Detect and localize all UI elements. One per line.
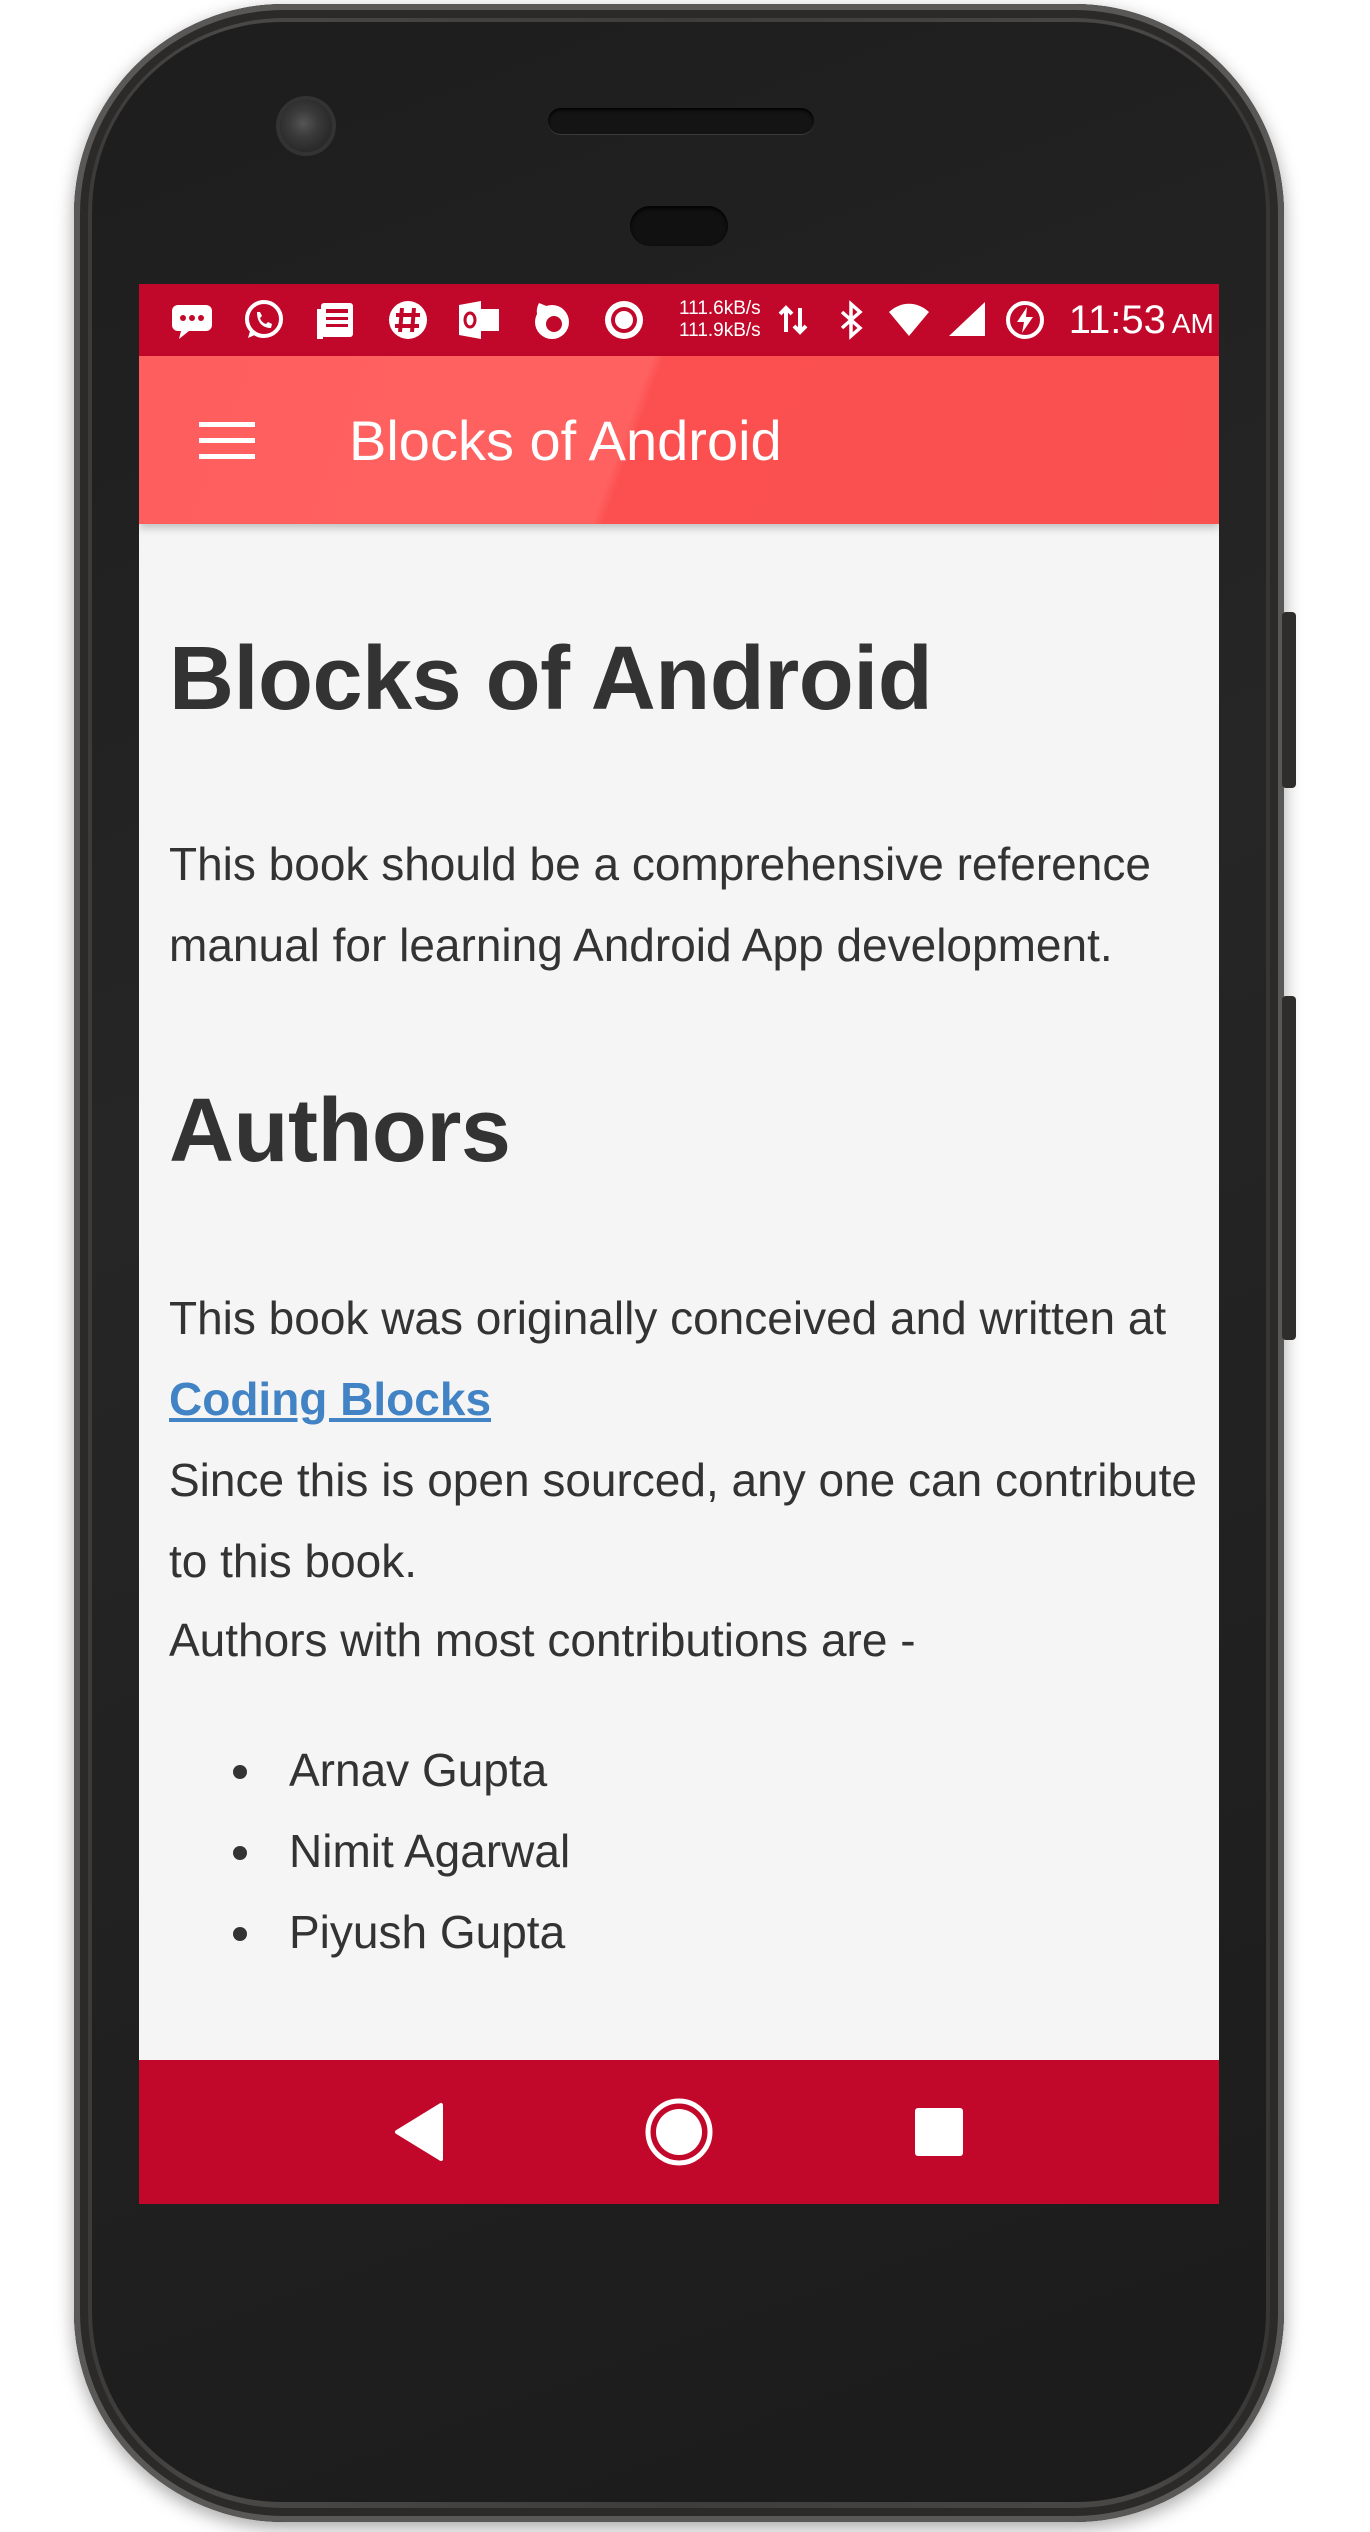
whatsapp-icon bbox=[239, 295, 289, 345]
earpiece-speaker bbox=[548, 108, 814, 134]
wifi-icon bbox=[887, 298, 931, 342]
bluetooth-icon bbox=[829, 298, 873, 342]
list-item: Piyush Gupta bbox=[169, 1892, 570, 1973]
message-icon bbox=[167, 295, 217, 345]
volume-button bbox=[1282, 996, 1296, 1340]
hamburger-menu-icon bbox=[199, 422, 255, 459]
open-source-text: Since this is open sourced, any one can … bbox=[169, 1454, 1197, 1587]
data-transfer-icon bbox=[771, 298, 815, 342]
page-heading: Blocks of Android bbox=[169, 629, 933, 729]
bullet-icon bbox=[233, 1846, 247, 1860]
page: 111.6kB/s 111.9kB/s 11:53 AM Blocks of A… bbox=[0, 0, 1370, 2532]
status-bar: 111.6kB/s 111.9kB/s 11:53 AM bbox=[139, 284, 1219, 356]
written-paragraph: This book was originally conceived and w… bbox=[169, 1278, 1199, 1602]
firefox-icon bbox=[527, 295, 577, 345]
home-button[interactable] bbox=[624, 2077, 734, 2187]
written-prefix: This book was originally conceived and w… bbox=[169, 1292, 1167, 1344]
clock-ampm: AM bbox=[1171, 307, 1214, 339]
proximity-sensor bbox=[630, 206, 728, 246]
battery-charging-icon bbox=[1003, 298, 1047, 342]
news-icon bbox=[311, 295, 361, 345]
author-name: Nimit Agarwal bbox=[289, 1825, 571, 1877]
clock: 11:53 AM bbox=[1069, 298, 1214, 343]
power-button bbox=[1282, 612, 1296, 788]
author-list: Arnav Gupta Nimit Agarwal Piyush Gupta bbox=[169, 1730, 570, 1973]
list-item: Nimit Agarwal bbox=[169, 1811, 570, 1892]
recents-square-icon bbox=[915, 2108, 963, 2156]
app-title: Blocks of Android bbox=[349, 408, 782, 472]
intro-paragraph: This book should be a comprehensive refe… bbox=[169, 838, 1151, 971]
list-item: Arnav Gupta bbox=[169, 1730, 570, 1811]
navigation-bar bbox=[139, 2060, 1219, 2204]
home-circle-icon bbox=[645, 2098, 713, 2166]
front-camera bbox=[280, 100, 332, 152]
menu-button[interactable] bbox=[167, 380, 287, 500]
net-speed-down: 111.9kB/s bbox=[679, 320, 761, 341]
bullet-icon bbox=[233, 1927, 247, 1941]
network-speed: 111.6kB/s 111.9kB/s bbox=[679, 298, 761, 342]
app-bar: Blocks of Android bbox=[139, 356, 1219, 524]
authors-heading: Authors bbox=[169, 1081, 511, 1181]
back-triangle-icon bbox=[395, 2103, 443, 2161]
author-name: Arnav Gupta bbox=[289, 1744, 548, 1796]
phone-screen: 111.6kB/s 111.9kB/s 11:53 AM Blocks of A… bbox=[139, 284, 1219, 2204]
outlook-icon bbox=[455, 295, 505, 345]
recents-button[interactable] bbox=[884, 2077, 994, 2187]
coding-blocks-link[interactable]: Coding Blocks bbox=[169, 1373, 491, 1425]
book-content[interactable]: Blocks of Android This book should be a … bbox=[139, 524, 1219, 2060]
notification-icons: 111.6kB/s 111.9kB/s bbox=[139, 295, 761, 345]
cell-signal-icon bbox=[945, 298, 989, 342]
record-icon bbox=[599, 295, 649, 345]
clock-time: 11:53 bbox=[1068, 297, 1166, 342]
slack-icon bbox=[383, 295, 433, 345]
net-speed-up: 111.6kB/s bbox=[679, 298, 761, 319]
most-contributions-text: Authors with most contributions are - bbox=[169, 1614, 916, 1666]
author-name: Piyush Gupta bbox=[289, 1906, 566, 1958]
system-icons: 11:53 AM bbox=[771, 298, 1214, 343]
bullet-icon bbox=[233, 1765, 247, 1779]
back-button[interactable] bbox=[364, 2077, 474, 2187]
